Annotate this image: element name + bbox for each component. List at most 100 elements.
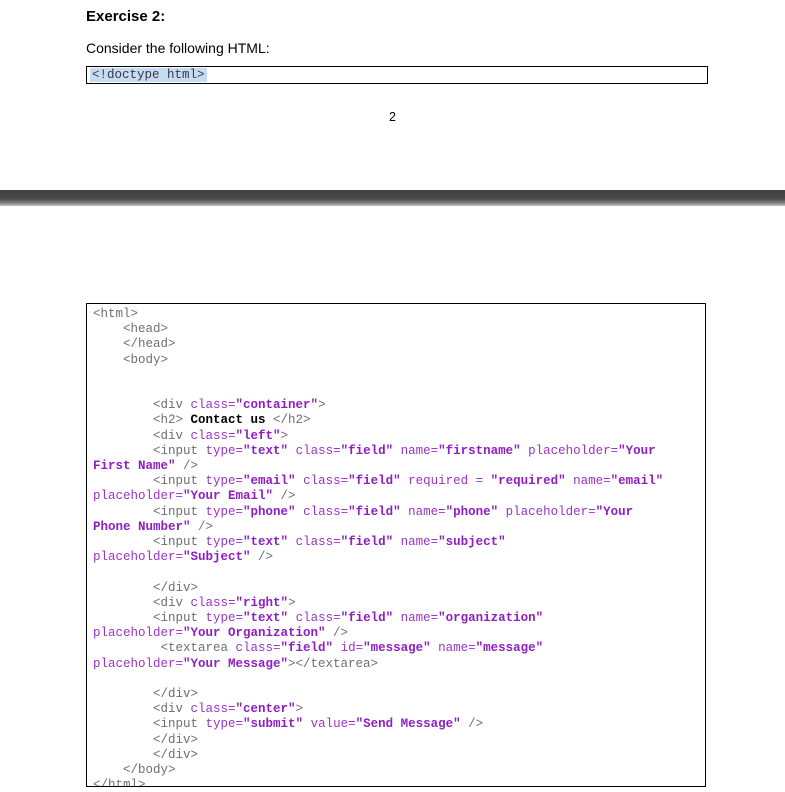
code-token: </body> [93,763,176,778]
code-token: <input [93,443,206,458]
code-line: <html> [93,307,705,322]
code-token: "required" [490,474,566,489]
code-line: </html> [93,778,705,786]
document-page-1: Exercise 2: Consider the following HTML:… [0,0,785,190]
code-line: placeholder="Your Message"></textarea> [93,657,705,672]
code-token: type= [205,717,244,732]
code-token: "Your Message" [183,656,289,671]
code-token: <input [93,717,206,732]
exercise-heading: Exercise 2: [86,8,166,25]
code-token: "field" [340,443,394,458]
code-token: type= [205,504,244,519]
code-token: class= [288,535,341,550]
code-token: placeholder= [93,626,184,641]
code-token: Contact us [190,413,266,428]
code-token: /> [175,459,199,474]
code-token: </div> [93,580,199,595]
code-line: </body> [93,763,705,778]
code-token: > [280,428,289,443]
code-token: "Your Email" [183,489,274,504]
html-code-box: <html> <head> </head> <body> <div class=… [86,303,706,787]
code-token: placeholder= [93,656,184,671]
code-token: <input [93,611,206,626]
code-line: <textarea class="field" id="message" nam… [93,641,705,656]
code-token: "submit" [243,717,304,732]
code-line: <input type="phone" class="field" name="… [93,505,705,520]
code-token: > [318,398,326,413]
code-token: /> [460,717,484,732]
code-token: <textarea [93,641,236,656]
code-token: <input [93,504,206,519]
code-token: "field" [340,535,394,550]
code-token: "firstname" [438,443,521,458]
code-token: </head> [93,337,176,352]
code-token: "center" [235,702,296,717]
code-token: "text" [243,611,289,626]
code-line: <div class="left"> [93,429,705,444]
code-token: type= [205,443,244,458]
code-token: </div> [93,687,199,702]
code-token: placeholder= [520,443,619,458]
code-token: <input [93,535,206,550]
code-token: id= [333,641,364,656]
code-line: <div class="center"> [93,702,705,717]
code-token: </div> [93,732,199,747]
code-token: class= [190,398,236,413]
code-token: required = [400,474,491,489]
code-token: <h2> [93,413,191,428]
page-number: 2 [389,110,396,124]
code-token: > [288,595,296,610]
code-token: class= [190,595,236,610]
code-token: /> [273,489,296,504]
code-line: <div class="right"> [93,596,705,611]
code-token: class= [288,611,341,626]
code-token: <head> [93,322,169,337]
code-line: </div> [93,748,705,763]
code-token: "message" [475,641,544,656]
code-token: <div [93,428,191,443]
code-token: placeholder= [93,489,184,504]
code-token: name= [393,443,439,458]
code-token: "email" [243,474,296,489]
code-token: "organization" [438,611,544,626]
code-token: class= [288,443,341,458]
code-line: </div> [93,687,705,702]
code-token: "Your Organization" [183,626,326,641]
code-token: "Your [595,504,634,519]
code-line: First Name" /> [93,459,705,474]
code-token: class= [190,428,236,443]
code-token: "field" [280,641,334,656]
code-token: > [295,702,304,717]
doctype-selection[interactable]: <!doctype html> [90,68,207,82]
code-token: "Subject" [183,550,251,565]
code-token: "Send Message" [355,717,461,732]
code-token: "text" [243,535,289,550]
code-line: <body> [93,353,705,368]
code-token: name= [393,611,439,626]
code-line: placeholder="Your Organization" /> [93,626,705,641]
code-token: name= [393,535,439,550]
code-line: </div> [93,733,705,748]
code-token: "email" [610,474,664,489]
code-token: /> [325,626,349,641]
code-token: type= [205,474,244,489]
code-line: <div class="container"> [93,398,705,413]
code-line: <input type="text" class="field" name="s… [93,535,705,550]
code-token: "phone" [243,504,296,519]
code-token: "field" [348,504,401,519]
code-line: <head> [93,322,705,337]
code-token: </h2> [265,413,311,428]
code-line: </head> [93,337,705,352]
code-token: class= [190,702,236,717]
code-line: <input type="email" class="field" requir… [93,474,705,489]
code-line: <input type="submit" value="Send Message… [93,717,705,732]
doctype-code-box: <!doctype html> [86,66,708,84]
code-token: placeholder= [93,550,184,565]
code-token: <div [93,595,191,610]
code-line: <input type="text" class="field" name="f… [93,444,705,459]
code-token: type= [205,535,244,550]
